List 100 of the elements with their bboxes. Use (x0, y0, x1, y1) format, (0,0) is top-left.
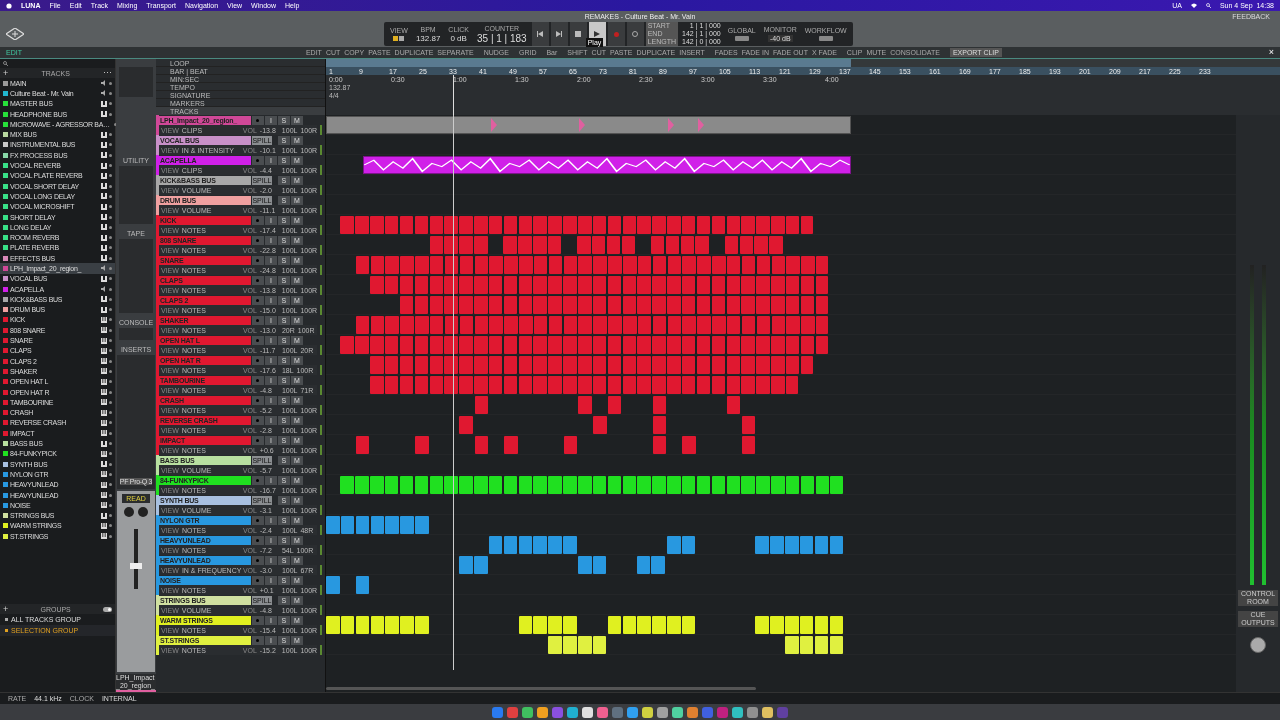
midi-clip[interactable] (607, 376, 622, 394)
midi-clip[interactable] (607, 476, 622, 494)
midi-clip[interactable] (592, 476, 607, 494)
midi-clip[interactable] (518, 276, 533, 294)
midi-clip[interactable] (429, 376, 443, 394)
midi-clip[interactable] (622, 216, 637, 234)
midi-clip[interactable] (548, 276, 562, 294)
midi-clip[interactable] (459, 556, 473, 574)
stop-button[interactable] (569, 22, 587, 46)
scrollbar[interactable] (326, 687, 756, 690)
midi-clip[interactable] (681, 476, 696, 494)
midi-clip[interactable] (607, 216, 622, 234)
record-button[interactable] (251, 115, 264, 125)
dock-app-icon[interactable] (582, 706, 593, 718)
midi-clip[interactable] (518, 356, 533, 374)
midi-clip[interactable] (799, 636, 814, 654)
midi-clip[interactable] (754, 236, 768, 254)
midi-clip[interactable] (563, 256, 578, 274)
midi-clip[interactable] (444, 356, 458, 374)
midi-clip[interactable] (444, 316, 459, 334)
midi-clip[interactable] (696, 356, 711, 374)
midi-clip[interactable] (385, 316, 399, 334)
volume-knob[interactable] (1250, 637, 1266, 653)
midi-clip[interactable] (681, 276, 696, 294)
midi-clip[interactable] (415, 436, 429, 454)
midi-clip[interactable] (829, 616, 844, 634)
toggle-icon[interactable] (734, 36, 749, 41)
transport-value[interactable]: 132.87 (415, 34, 441, 43)
midi-clip[interactable] (771, 276, 785, 294)
midi-clip[interactable] (652, 276, 666, 294)
record-button[interactable] (251, 395, 264, 405)
midi-clip[interactable] (771, 336, 785, 354)
midi-clip[interactable] (503, 356, 518, 374)
midi-clip[interactable] (680, 236, 695, 254)
midi-clip[interactable] (504, 316, 518, 334)
midi-clip[interactable] (785, 376, 799, 394)
midi-clip[interactable] (340, 516, 355, 534)
midi-clip[interactable] (800, 296, 815, 314)
midi-clip[interactable] (518, 236, 532, 254)
midi-clip[interactable] (726, 356, 740, 374)
midi-clip[interactable] (652, 416, 667, 434)
midi-clip[interactable] (399, 376, 414, 394)
midi-clip[interactable] (621, 236, 636, 254)
midi-clip[interactable] (384, 276, 399, 294)
midi-clip[interactable] (444, 336, 458, 354)
midi-clip[interactable] (459, 256, 474, 274)
midi-clip[interactable] (503, 276, 518, 294)
midi-clip[interactable] (429, 216, 443, 234)
midi-clip[interactable] (785, 296, 800, 314)
midi-clip[interactable] (695, 236, 709, 254)
midi-clip[interactable] (667, 296, 681, 314)
midi-clip[interactable] (355, 616, 370, 634)
midi-clip[interactable] (400, 316, 414, 334)
midi-clip[interactable] (771, 376, 785, 394)
midi-clip[interactable] (355, 576, 370, 594)
dock-app-icon[interactable] (597, 706, 608, 718)
midi-clip[interactable] (785, 356, 800, 374)
midi-clip[interactable] (414, 356, 429, 374)
midi-clip[interactable] (355, 216, 369, 234)
midi-clip[interactable] (741, 256, 756, 274)
midi-clip[interactable] (474, 396, 488, 414)
midi-clip[interactable] (533, 616, 547, 634)
midi-clip[interactable] (563, 376, 577, 394)
midi-clip[interactable] (607, 336, 622, 354)
midi-clip[interactable] (355, 256, 370, 274)
midi-clip[interactable] (607, 276, 622, 294)
midi-clip[interactable] (771, 356, 785, 374)
midi-clip[interactable] (799, 536, 814, 554)
midi-clip[interactable] (504, 256, 518, 274)
midi-clip[interactable] (785, 276, 800, 294)
midi-clip[interactable] (578, 476, 592, 494)
midi-clip[interactable] (726, 276, 740, 294)
midi-clip[interactable] (755, 536, 769, 554)
midi-clip[interactable] (370, 256, 385, 274)
midi-clip[interactable] (488, 216, 503, 234)
midi-clip[interactable] (667, 336, 681, 354)
midi-clip[interactable] (459, 236, 473, 254)
midi-clip[interactable] (724, 236, 739, 254)
loop-button[interactable] (626, 22, 644, 46)
dock-app-icon[interactable] (732, 706, 743, 718)
midi-clip[interactable] (592, 636, 607, 654)
midi-clip[interactable] (830, 476, 844, 494)
midi-clip[interactable] (756, 216, 770, 234)
dock-app-icon[interactable] (627, 706, 638, 718)
midi-clip[interactable] (696, 336, 711, 354)
midi-clip[interactable] (622, 356, 637, 374)
midi-clip[interactable] (503, 536, 518, 554)
midi-clip[interactable] (696, 376, 711, 394)
midi-clip[interactable] (711, 276, 726, 294)
midi-clip[interactable] (459, 336, 473, 354)
midi-clip[interactable] (399, 356, 414, 374)
midi-clip[interactable] (741, 436, 756, 454)
midi-clip[interactable] (637, 476, 651, 494)
midi-clip[interactable] (370, 336, 384, 354)
midi-clip[interactable] (770, 536, 784, 554)
midi-clip[interactable] (488, 376, 503, 394)
transport-value[interactable]: 35 | 1 | 183 (477, 33, 527, 44)
midi-clip[interactable] (814, 536, 829, 554)
midi-clip[interactable] (711, 376, 726, 394)
midi-clip[interactable] (637, 316, 652, 334)
